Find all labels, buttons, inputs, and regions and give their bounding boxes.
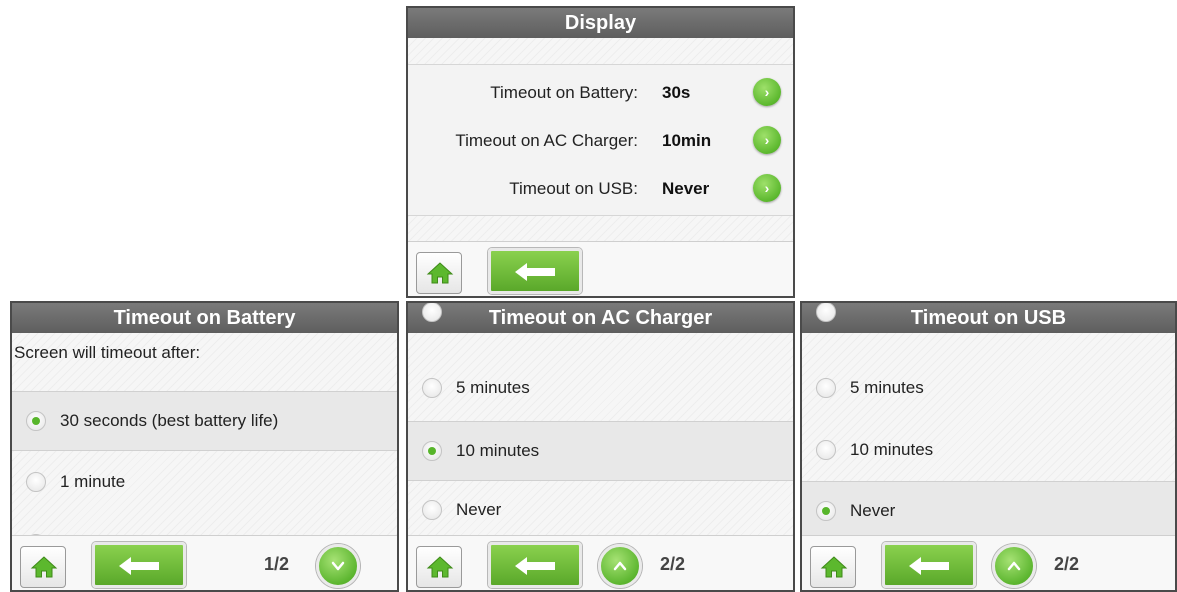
battery-footer: 1/2 [12, 535, 397, 590]
option-30-seconds[interactable]: 30 seconds (best battery life) [12, 391, 397, 451]
radio-button[interactable] [422, 500, 442, 520]
arrow-left-icon [119, 557, 159, 575]
setting-row-usb[interactable]: Timeout on USB: Never › [408, 169, 793, 209]
chevron-right-icon[interactable]: › [753, 78, 781, 106]
setting-label: Timeout on Battery: [490, 83, 638, 102]
page-down-button[interactable] [316, 544, 360, 588]
chevron-up-icon [1007, 561, 1021, 571]
page-indicator: 2/2 [1054, 554, 1080, 574]
ac-charger-footer: 2/2 [408, 535, 793, 590]
setting-label: Timeout on AC Charger: [455, 131, 638, 150]
radio-button[interactable] [422, 303, 442, 322]
arrow-left-icon [515, 263, 555, 281]
option-label: 30 seconds (best battery life) [60, 411, 279, 430]
home-icon [426, 262, 454, 284]
home-button[interactable] [416, 252, 462, 294]
home-button[interactable] [20, 546, 66, 588]
setting-row-battery[interactable]: Timeout on Battery: 30s › [408, 73, 793, 113]
radio-button[interactable] [816, 501, 836, 521]
prompt-text: Screen will timeout after: [14, 343, 201, 362]
radio-button[interactable] [816, 378, 836, 398]
home-icon [820, 556, 848, 578]
ac-charger-screen: Timeout on AC Charger 5 minutes 10 minut… [406, 301, 795, 592]
page-indicator: 2/2 [660, 554, 686, 574]
chevron-right-icon[interactable]: › [753, 126, 781, 154]
ac-charger-options-list: 5 minutes 10 minutes Never [408, 303, 793, 541]
usb-screen: Timeout on USB 5 minutes 10 minutes Neve… [800, 301, 1177, 592]
chevron-right-icon[interactable]: › [753, 174, 781, 202]
home-icon [426, 556, 454, 578]
option-5-minutes[interactable]: 5 minutes [408, 359, 793, 419]
radio-button[interactable] [26, 411, 46, 431]
option-label: 10 minutes [850, 440, 934, 459]
option-5-minutes[interactable]: 5 minutes [802, 359, 1175, 419]
option-1-minute[interactable]: 1 minute [12, 453, 397, 513]
footer-strip [408, 216, 793, 244]
radio-button[interactable] [422, 378, 442, 398]
setting-value: 10min [662, 131, 712, 150]
display-settings-list: Timeout on Battery: 30s › Timeout on AC … [408, 65, 793, 215]
option-10-minutes[interactable]: 10 minutes [802, 421, 1175, 481]
option-label: 10 minutes [456, 441, 540, 460]
back-button[interactable] [488, 248, 582, 294]
arrow-left-icon [515, 557, 555, 575]
setting-label: Timeout on USB: [509, 179, 638, 198]
option-label: Never [850, 501, 896, 520]
home-icon [30, 556, 58, 578]
display-footer [408, 241, 793, 296]
option-partial [802, 303, 1175, 343]
arrow-left-icon [909, 557, 949, 575]
radio-button[interactable] [816, 303, 836, 322]
page-up-button[interactable] [992, 544, 1036, 588]
display-screen: Display Timeout on Battery: 30s › Timeou… [406, 6, 795, 298]
battery-screen: Timeout on Battery Screen will timeout a… [10, 301, 399, 592]
option-label: 1 minute [60, 472, 126, 491]
radio-button[interactable] [816, 440, 836, 460]
radio-button[interactable] [26, 472, 46, 492]
usb-options-list: 5 minutes 10 minutes Never [802, 303, 1175, 541]
usb-footer: 2/2 [802, 535, 1175, 590]
radio-button[interactable] [422, 441, 442, 461]
setting-value: Never [662, 179, 710, 198]
display-title: Display [408, 8, 793, 38]
option-label: 5 minutes [456, 378, 530, 397]
header-strip [408, 38, 793, 64]
back-button[interactable] [92, 542, 186, 588]
page-indicator: 1/2 [264, 554, 290, 574]
home-button[interactable] [416, 546, 462, 588]
battery-title: Timeout on Battery [12, 303, 397, 333]
option-never[interactable]: Never [408, 481, 793, 541]
option-partial [408, 303, 793, 343]
option-label: Never [456, 500, 502, 519]
option-label: 5 minutes [850, 378, 924, 397]
battery-options-list: Screen will timeout after: 30 seconds (b… [12, 333, 397, 554]
chevron-down-icon [331, 561, 345, 571]
page-up-button[interactable] [598, 544, 642, 588]
setting-row-ac-charger[interactable]: Timeout on AC Charger: 10min › [408, 121, 793, 161]
setting-value: 30s [662, 83, 691, 102]
back-button[interactable] [882, 542, 976, 588]
home-button[interactable] [810, 546, 856, 588]
chevron-up-icon [613, 561, 627, 571]
option-never[interactable]: Never [802, 481, 1175, 541]
option-10-minutes[interactable]: 10 minutes [408, 421, 793, 481]
back-button[interactable] [488, 542, 582, 588]
